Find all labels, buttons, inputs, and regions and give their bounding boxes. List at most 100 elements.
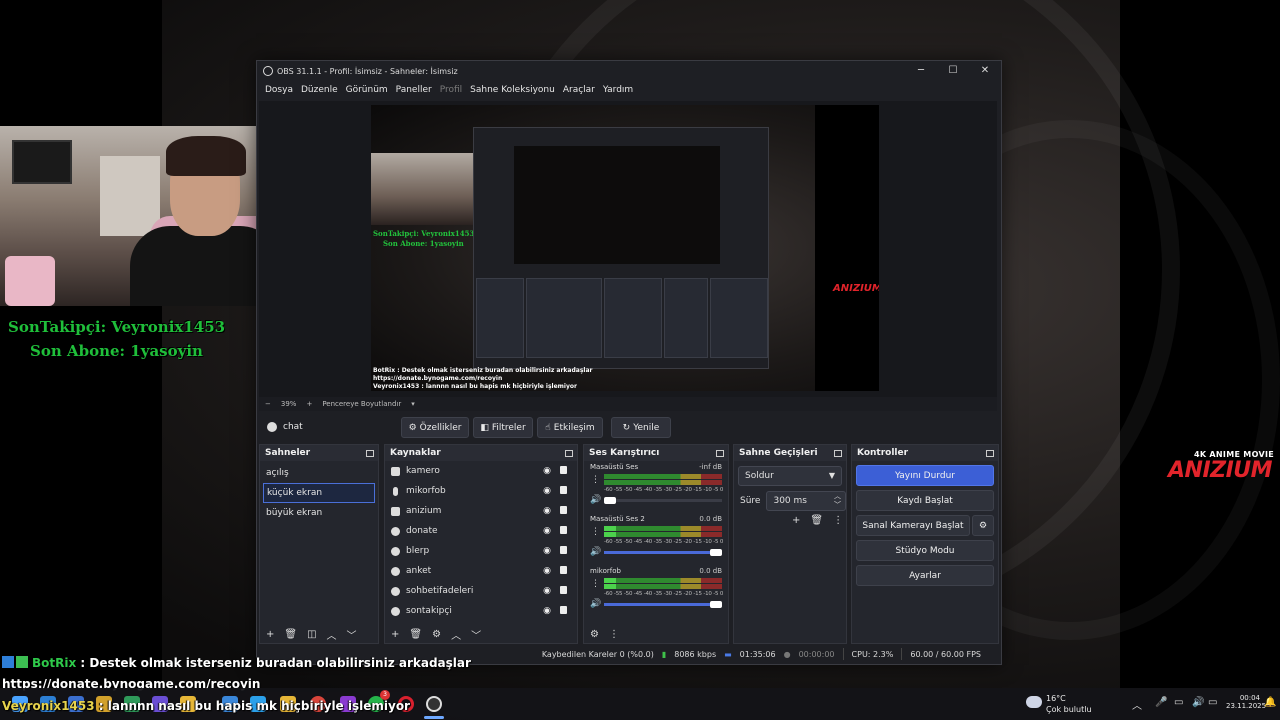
- speaker-icon[interactable]: 🔊: [590, 495, 601, 505]
- properties-button[interactable]: ⚙ Özellikler: [401, 417, 469, 438]
- eye-icon[interactable]: ◉: [543, 586, 551, 596]
- lock-icon[interactable]: [560, 606, 567, 614]
- transition-menu-icon[interactable]: ⋮: [833, 515, 843, 526]
- source-item[interactable]: anket ◉: [385, 561, 577, 581]
- eye-icon[interactable]: ◉: [543, 566, 551, 576]
- network-icon[interactable]: ▭: [1174, 697, 1183, 708]
- maximize-icon[interactable]: ☐: [937, 61, 969, 81]
- program-preview[interactable]: SonTakipçi: Veyronix1453 Son Abone: 1yas…: [371, 105, 879, 391]
- menu-sahne-koleksiyonu[interactable]: Sahne Koleksiyonu: [470, 85, 555, 95]
- stop-streaming-button[interactable]: Yayını Durdur: [856, 465, 994, 486]
- weather-widget[interactable]: 16°C Çok bulutlu: [1026, 688, 1116, 720]
- settings-button[interactable]: Ayarlar: [856, 565, 994, 586]
- move-down-icon[interactable]: ﹀: [347, 627, 357, 642]
- filters-button[interactable]: ◧ Filtreler: [473, 417, 533, 438]
- dock-undock-icon[interactable]: [834, 449, 842, 457]
- zoom-dropdown-icon[interactable]: ▾: [411, 400, 415, 408]
- speaker-icon[interactable]: 🔊: [590, 547, 601, 557]
- volume-slider[interactable]: [604, 549, 722, 556]
- preview-area[interactable]: SonTakipçi: Veyronix1453 Son Abone: 1yas…: [259, 101, 997, 397]
- volume-slider[interactable]: [604, 601, 722, 608]
- notification-bell-icon[interactable]: 🔔: [1264, 697, 1276, 708]
- remove-transition-icon[interactable]: 🗑: [810, 515, 823, 526]
- remove-source-icon[interactable]: 🗑: [409, 629, 422, 640]
- lock-icon[interactable]: [560, 546, 567, 554]
- speaker-icon[interactable]: 🔊: [590, 599, 601, 609]
- interact-button[interactable]: ☝ Etkileşim: [537, 417, 603, 438]
- minimize-icon[interactable]: ─: [905, 61, 937, 81]
- channel-menu-icon[interactable]: ⋮: [591, 579, 600, 589]
- add-transition-icon[interactable]: +: [792, 515, 800, 526]
- source-item[interactable]: mikorfob ◉: [385, 481, 577, 501]
- scene-item-buyuk-ekran[interactable]: büyük ekran: [260, 503, 378, 523]
- source-item[interactable]: anizium ◉: [385, 501, 577, 521]
- source-item[interactable]: sohbetifadeleri ◉: [385, 581, 577, 601]
- start-virtual-camera-button[interactable]: Sanal Kamerayı Başlat: [856, 515, 970, 536]
- source-item[interactable]: kamero ◉: [385, 461, 577, 481]
- add-source-icon[interactable]: +: [391, 629, 399, 640]
- dock-undock-icon[interactable]: [716, 449, 724, 457]
- menu-duzenle[interactable]: Düzenle: [301, 85, 338, 95]
- dock-undock-icon[interactable]: [366, 449, 374, 457]
- move-down-icon[interactable]: ﹀: [471, 627, 481, 642]
- lock-icon[interactable]: [560, 486, 567, 494]
- source-item[interactable]: blerp ◉: [385, 541, 577, 561]
- source-properties-icon[interactable]: ⚙: [432, 629, 441, 640]
- source-item[interactable]: sontakipçi ◉: [385, 601, 577, 621]
- move-up-icon[interactable]: ︿: [327, 627, 337, 642]
- mixer-menu-icon[interactable]: ⋮: [609, 629, 619, 640]
- eye-icon[interactable]: ◉: [543, 526, 551, 536]
- lock-icon[interactable]: [560, 526, 567, 534]
- fit-to-window[interactable]: Pencereye Boyutlandır: [322, 400, 401, 408]
- zoom-out-button[interactable]: −: [265, 400, 271, 408]
- zoom-in-button[interactable]: +: [306, 400, 312, 408]
- dock-undock-icon[interactable]: [565, 449, 573, 457]
- gear-icon: ⚙: [408, 422, 417, 433]
- scene-filters-icon[interactable]: ◫: [307, 629, 316, 640]
- start-recording-button[interactable]: Kaydı Başlat: [856, 490, 994, 511]
- eye-icon[interactable]: ◉: [543, 466, 551, 476]
- eye-icon[interactable]: ◉: [543, 486, 551, 496]
- menu-dosya[interactable]: Dosya: [265, 85, 293, 95]
- source-item[interactable]: donate ◉: [385, 521, 577, 541]
- lock-icon[interactable]: [560, 586, 567, 594]
- spinner-icon[interactable]: ︿ ﹀: [834, 492, 841, 510]
- studio-mode-button[interactable]: Stüdyo Modu: [856, 540, 994, 561]
- zoom-bar: − 39% + Pencereye Boyutlandır ▾: [259, 397, 997, 411]
- menu-paneller[interactable]: Paneller: [396, 85, 432, 95]
- lock-icon[interactable]: [560, 506, 567, 514]
- virtual-camera-settings-icon[interactable]: ⚙: [972, 515, 994, 536]
- advanced-audio-icon[interactable]: ⚙: [590, 629, 599, 640]
- eye-icon[interactable]: ◉: [543, 606, 551, 616]
- obs-titlebar[interactable]: OBS 31.1.1 - Profil: İsimsiz - Sahneler:…: [257, 61, 1001, 81]
- scene-item-acilis[interactable]: açılış: [260, 463, 378, 483]
- remove-scene-icon[interactable]: 🗑: [284, 629, 297, 640]
- scene-item-kucuk-ekran[interactable]: küçük ekran: [263, 483, 375, 503]
- duration-input[interactable]: 300 ms ︿ ﹀: [766, 491, 846, 511]
- lock-icon[interactable]: [560, 466, 567, 474]
- chevron-up-icon[interactable]: ︿: [1132, 697, 1142, 712]
- eye-icon[interactable]: ◉: [543, 546, 551, 556]
- channel-menu-icon[interactable]: ⋮: [591, 475, 600, 485]
- clock[interactable]: 00:04 23.11.2025: [1226, 688, 1266, 720]
- refresh-label: Yenile: [633, 422, 660, 433]
- refresh-button[interactable]: ↻ Yenile: [611, 417, 671, 438]
- battery-icon[interactable]: ▭: [1208, 697, 1217, 708]
- menu-yardim[interactable]: Yardım: [603, 85, 633, 95]
- preview-nested-panel: [710, 278, 768, 358]
- microphone-tray-icon[interactable]: 🎤: [1155, 697, 1167, 708]
- obs-taskbar-icon[interactable]: [426, 696, 442, 712]
- close-icon[interactable]: ✕: [969, 61, 1001, 81]
- dock-undock-icon[interactable]: [986, 449, 994, 457]
- volume-icon[interactable]: 🔊: [1192, 697, 1204, 708]
- move-up-icon[interactable]: ︿: [451, 627, 461, 642]
- add-scene-icon[interactable]: +: [266, 629, 274, 640]
- transition-select[interactable]: Soldur ▼: [738, 466, 842, 486]
- volume-slider[interactable]: [604, 497, 722, 504]
- eye-icon[interactable]: ◉: [543, 506, 551, 516]
- menu-gorunum[interactable]: Görünüm: [346, 85, 388, 95]
- menu-profil[interactable]: Profil: [440, 85, 462, 95]
- lock-icon[interactable]: [560, 566, 567, 574]
- channel-menu-icon[interactable]: ⋮: [591, 527, 600, 537]
- menu-araclar[interactable]: Araçlar: [563, 85, 595, 95]
